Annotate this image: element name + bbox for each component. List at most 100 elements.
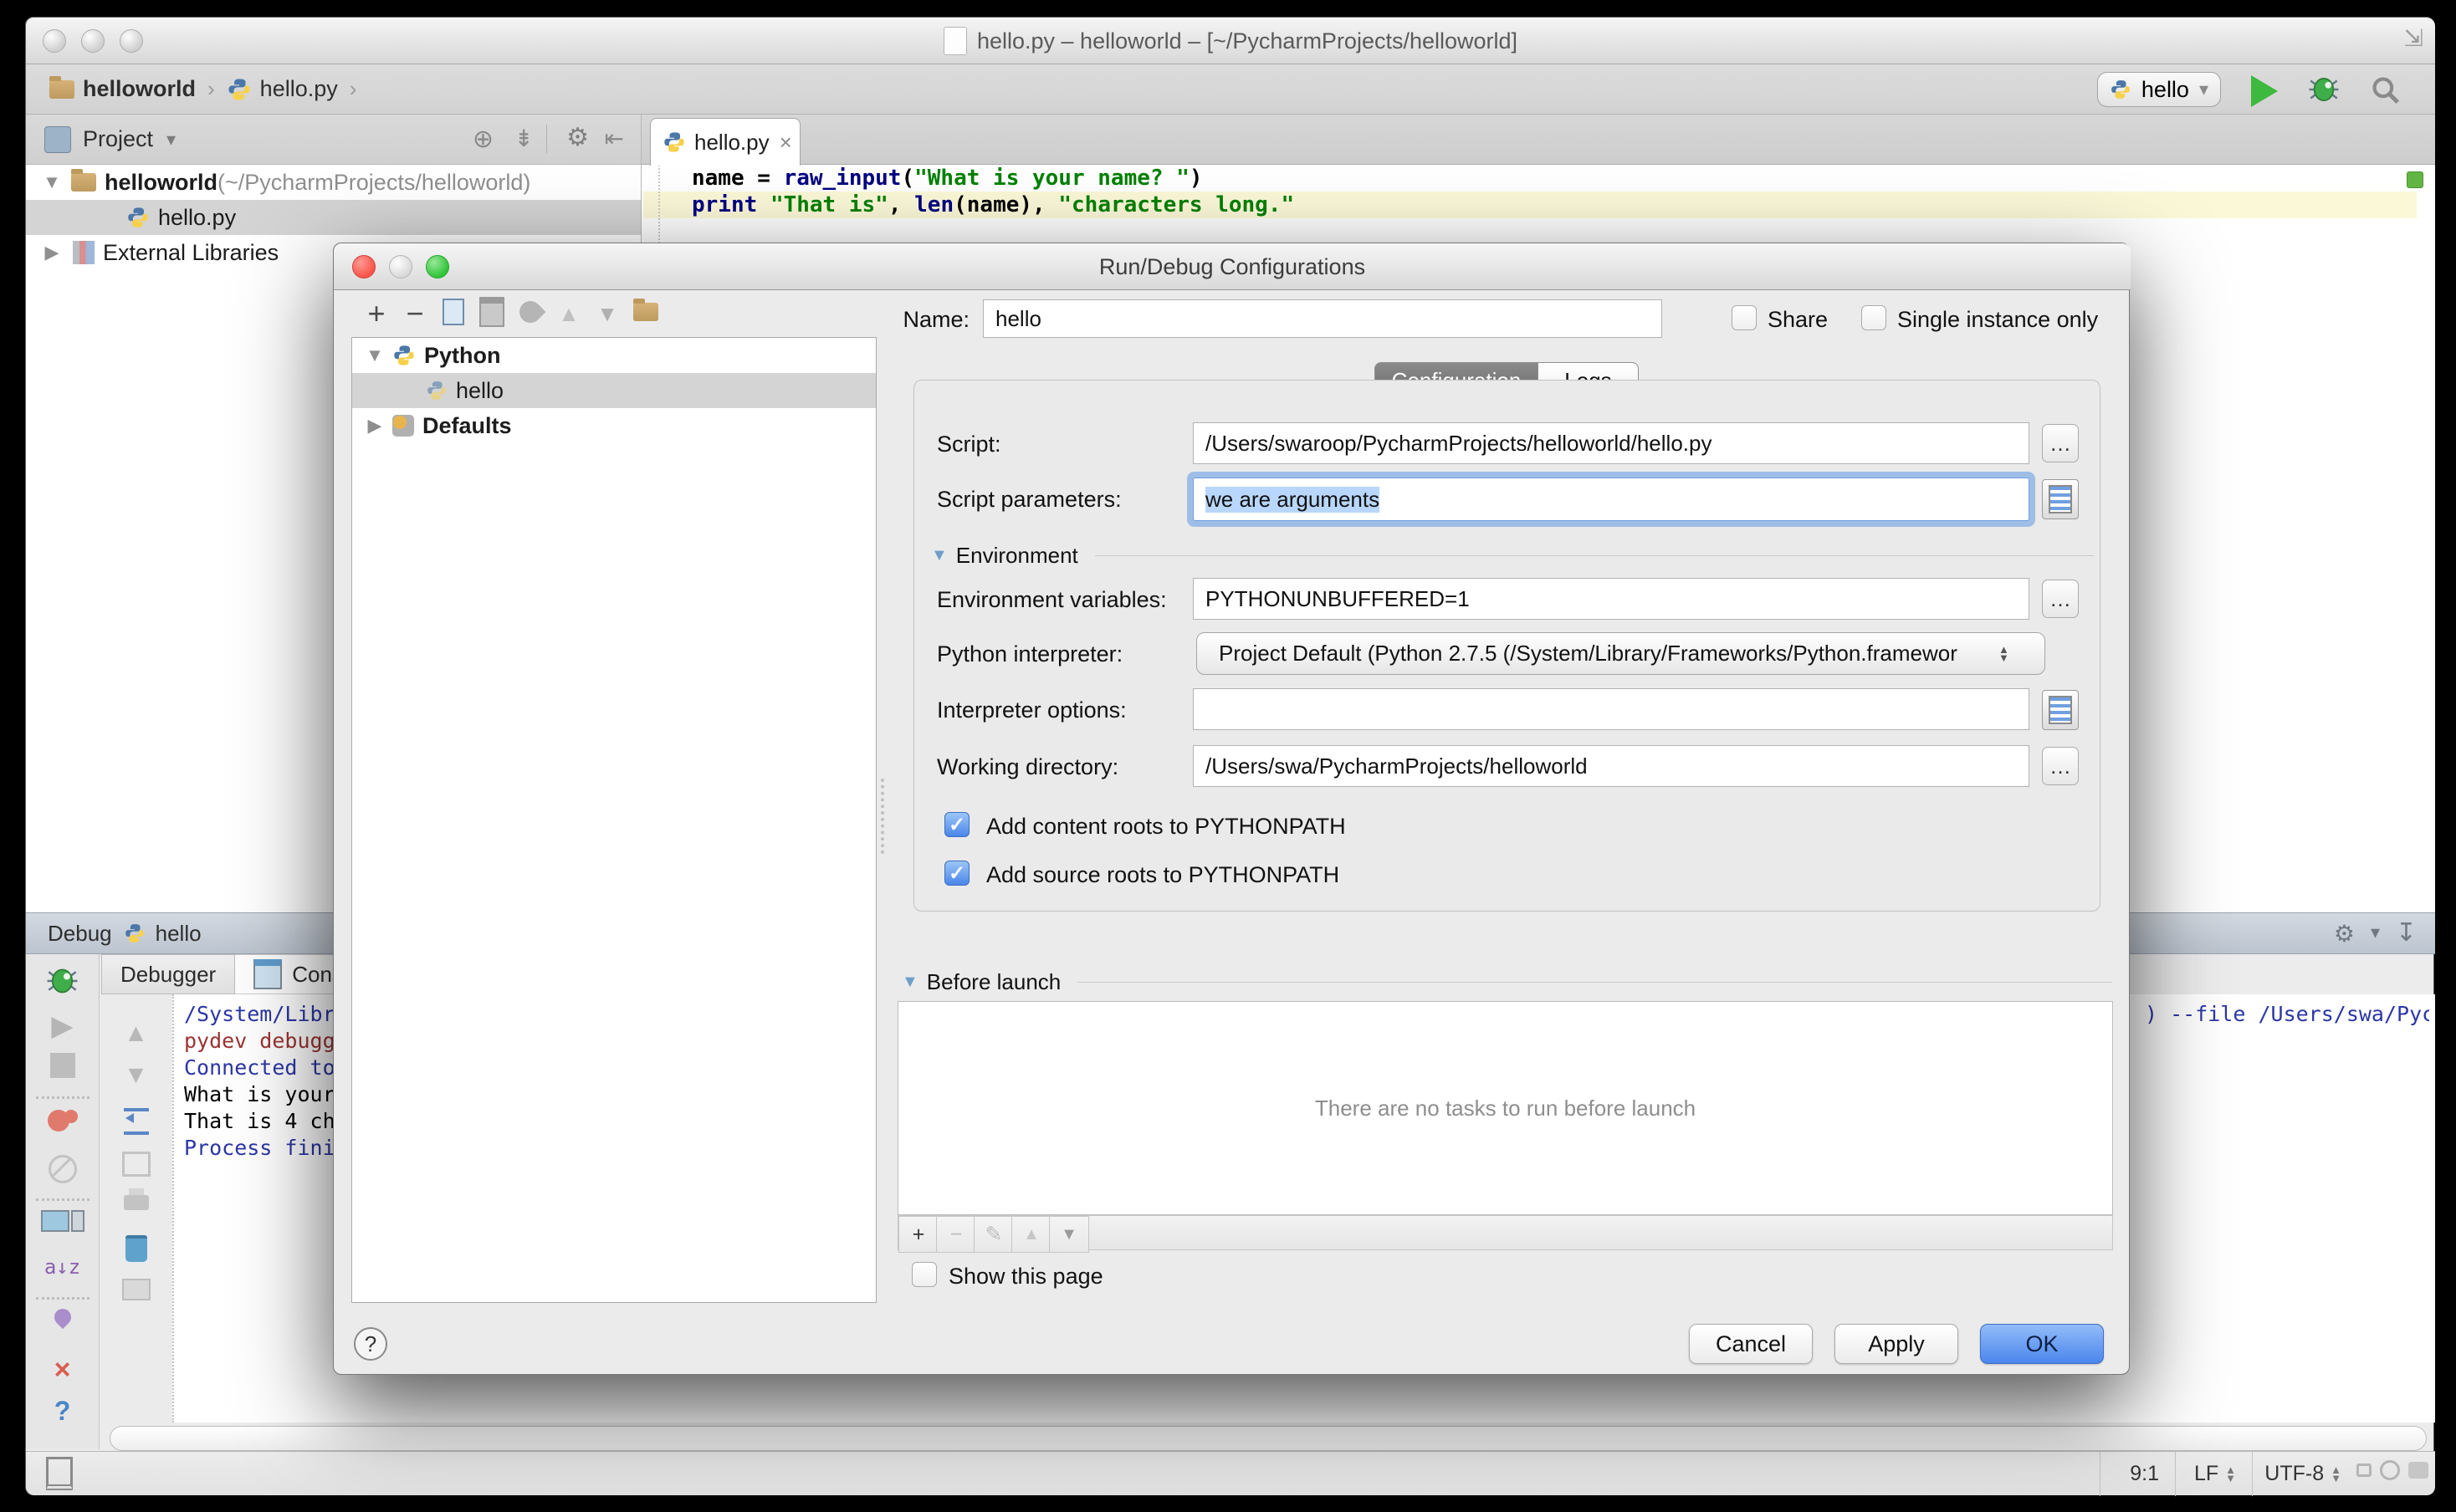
tree-collapsed-icon[interactable]: ▶ (38, 242, 66, 263)
soft-wrap-icon[interactable] (100, 1152, 172, 1181)
script-field[interactable]: /Users/swaroop/PycharmProjects/helloworl… (1193, 422, 2029, 464)
move-task-down-icon[interactable]: ▼ (1049, 1216, 1089, 1253)
run-configuration-select[interactable]: hello ▾ (2097, 72, 2221, 107)
close-toolwindow-icon[interactable]: × (26, 1354, 99, 1387)
remove-configuration-icon[interactable]: − (396, 296, 434, 331)
save-configuration-icon[interactable] (473, 297, 511, 331)
project-panel-title[interactable]: Project (83, 126, 153, 152)
help-icon[interactable]: ? (26, 1396, 99, 1427)
rerun-debug-icon[interactable] (26, 966, 99, 996)
section-collapse-icon[interactable]: ▼ (931, 546, 948, 565)
edit-defaults-icon[interactable] (511, 301, 550, 327)
event-log-bubble-icon[interactable] (2408, 1462, 2428, 1479)
close-window-icon[interactable] (43, 29, 66, 53)
working-directory-field[interactable]: /Users/swa/PycharmProjects/helloworld (1193, 745, 2029, 787)
collapse-all-icon[interactable]: ⇟ (514, 125, 534, 152)
locate-file-icon[interactable]: ⊕ (473, 125, 494, 154)
chevron-down-icon[interactable]: ▾ (2371, 922, 2380, 943)
resize-icon[interactable]: ⇲ (2404, 24, 2423, 52)
tree-row-project-root[interactable]: ▼ helloworld (~/PycharmProjects/hellowor… (26, 165, 641, 200)
tree-collapsed-icon[interactable]: ▶ (361, 415, 389, 437)
tree-row-python-type[interactable]: ▼ Python (352, 338, 876, 373)
view-breakpoints-icon[interactable] (26, 1110, 99, 1136)
breadcrumb-file[interactable]: hello.py (260, 76, 338, 102)
mute-breakpoints-icon[interactable] (26, 1155, 99, 1188)
show-this-page-checkbox[interactable] (912, 1262, 937, 1287)
tab-debugger[interactable]: Debugger (101, 954, 235, 994)
rerun-command-icon[interactable] (100, 1108, 172, 1139)
single-instance-checkbox[interactable] (1861, 305, 1886, 330)
gear-icon[interactable]: ⚙ (566, 123, 589, 152)
inspection-status-indicator[interactable] (2407, 171, 2423, 188)
copy-configuration-icon[interactable] (434, 299, 473, 329)
horizontal-scrollbar[interactable] (110, 1426, 2427, 1451)
before-launch-section-header[interactable]: ▼ Before launch (902, 969, 2112, 995)
add-source-roots-checkbox[interactable]: ✓ (944, 861, 970, 886)
close-dialog-icon[interactable] (352, 255, 376, 278)
pin-tab-icon[interactable] (26, 1309, 99, 1330)
minimize-window-icon[interactable] (81, 29, 105, 53)
remove-task-icon[interactable]: − (936, 1216, 976, 1253)
expand-options-button[interactable] (2042, 690, 2079, 730)
encoding-select[interactable]: UTF-8▲▼ (2264, 1462, 2341, 1486)
window-titlebar[interactable]: hello.py – helloworld – [~/PycharmProjec… (26, 18, 2435, 64)
clear-console-icon[interactable] (100, 1235, 172, 1266)
add-content-roots-checkbox[interactable]: ✓ (944, 812, 970, 837)
hide-panel-icon[interactable]: ↧ (2396, 918, 2417, 948)
move-down-icon[interactable]: ▼ (588, 301, 627, 327)
zoom-window-icon[interactable] (120, 29, 143, 53)
show-command-line-icon[interactable] (100, 1279, 172, 1305)
sort-alphabetically-icon[interactable]: a↓z (26, 1255, 99, 1279)
lock-icon[interactable] (2356, 1463, 2372, 1477)
up-stack-frame-icon[interactable]: ▲ (100, 1019, 172, 1048)
share-checkbox[interactable] (1732, 305, 1757, 330)
hector-inspections-icon[interactable] (2380, 1460, 2400, 1480)
environment-browse-button[interactable]: … (2042, 580, 2079, 618)
create-folder-icon[interactable] (627, 303, 665, 325)
down-stack-frame-icon[interactable]: ▼ (100, 1061, 172, 1090)
line-ending-select[interactable]: LF▲▼ (2194, 1462, 2236, 1486)
run-button[interactable] (2251, 75, 2278, 107)
edit-task-icon[interactable]: ✎ (974, 1216, 1014, 1253)
tree-row-hello-py[interactable]: hello.py (26, 200, 641, 235)
stop-icon[interactable] (26, 1053, 99, 1082)
debug-button[interactable] (2306, 74, 2341, 105)
gear-icon[interactable]: ⚙ (2334, 920, 2355, 948)
move-task-up-icon[interactable]: ▲ (1011, 1216, 1051, 1253)
dock-panel-icon[interactable]: ⇤ (605, 125, 624, 152)
environment-section-header[interactable]: ▼ Environment (931, 543, 2094, 569)
resume-program-icon[interactable]: ▶ (26, 1009, 99, 1043)
script-browse-button[interactable]: … (2042, 424, 2079, 462)
tree-row-defaults[interactable]: ▶ Defaults (352, 408, 876, 443)
cancel-button[interactable]: Cancel (1689, 1324, 1813, 1364)
breadcrumb-project[interactable]: helloworld (83, 76, 196, 102)
python-interpreter-select[interactable]: Project Default (Python 2.7.5 (/System/L… (1196, 632, 2045, 675)
apply-button[interactable]: Apply (1834, 1324, 1958, 1364)
environment-variables-field[interactable]: PYTHONUNBUFFERED=1 (1193, 578, 2029, 620)
tree-expanded-icon[interactable]: ▼ (38, 171, 66, 193)
add-task-icon[interactable]: + (898, 1216, 939, 1253)
section-collapse-icon[interactable]: ▼ (902, 973, 918, 992)
name-field[interactable]: hello (983, 299, 1662, 338)
working-directory-browse-button[interactable]: … (2042, 747, 2079, 785)
restore-layout-icon[interactable] (26, 1210, 99, 1236)
search-icon[interactable] (2370, 74, 2402, 106)
caret-position[interactable]: 9:1 (2130, 1462, 2159, 1486)
close-tab-icon[interactable]: × (780, 130, 792, 156)
toolwindow-toggle-icon[interactable] (46, 1457, 73, 1490)
zoom-dialog-icon[interactable] (426, 255, 449, 278)
splitter-handle[interactable] (881, 779, 884, 854)
dialog-help-button[interactable]: ? (354, 1327, 387, 1361)
before-launch-tasks-panel[interactable]: There are no tasks to run before launch (898, 1001, 2113, 1215)
script-parameters-field[interactable]: we are arguments (1193, 478, 2029, 521)
chevron-down-icon[interactable]: ▾ (166, 129, 176, 151)
move-up-icon[interactable]: ▲ (550, 301, 588, 327)
add-configuration-icon[interactable]: + (357, 296, 396, 331)
tree-expanded-icon[interactable]: ▼ (361, 345, 389, 366)
ok-button[interactable]: OK (1980, 1324, 2104, 1364)
dialog-titlebar[interactable]: Run/Debug Configurations (334, 243, 2131, 290)
editor-tab-hello-py[interactable]: hello.py × (650, 118, 801, 166)
print-icon[interactable] (100, 1195, 172, 1214)
expand-parameters-button[interactable] (2042, 479, 2079, 519)
tree-row-hello-config[interactable]: hello (352, 373, 876, 408)
